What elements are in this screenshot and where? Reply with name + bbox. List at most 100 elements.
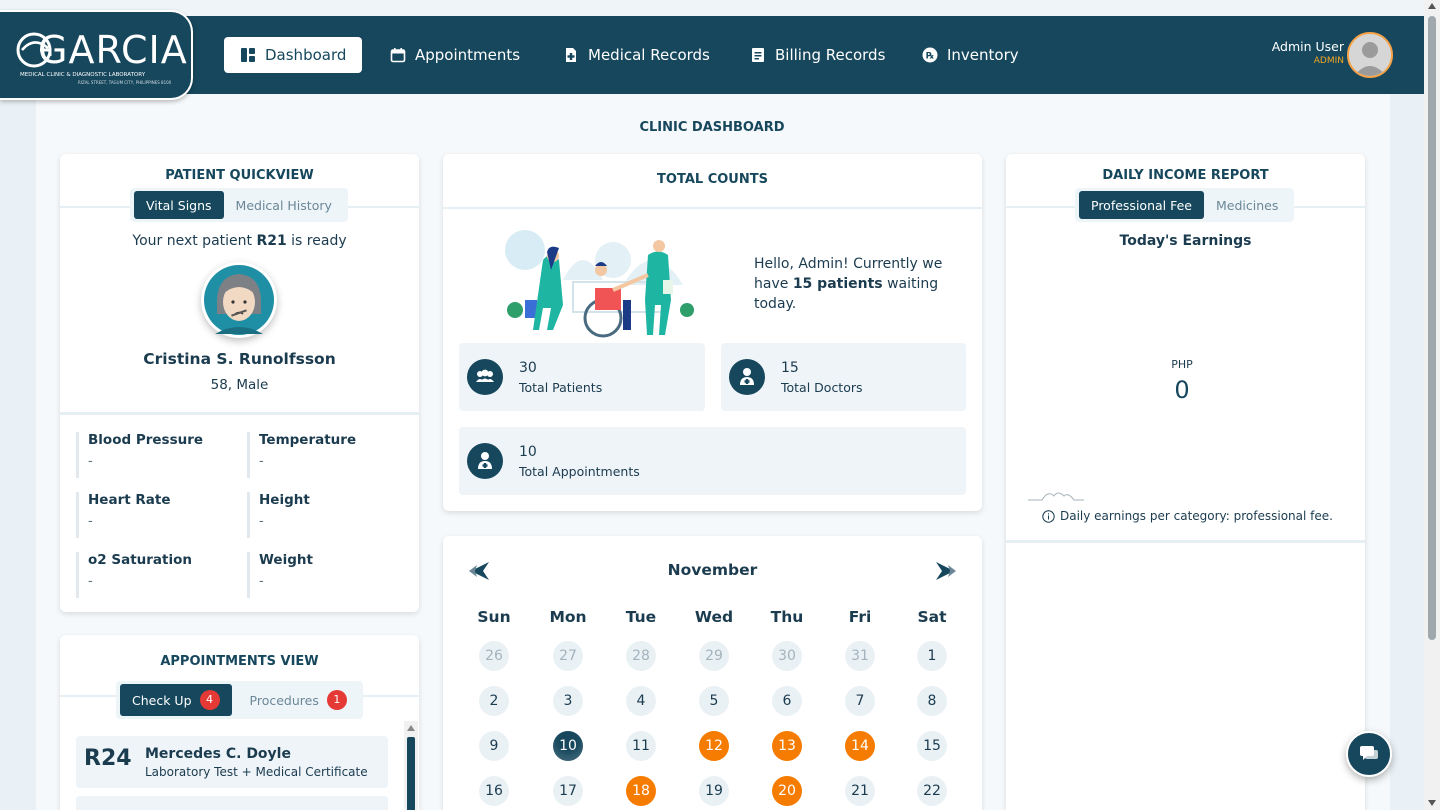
calendar-day[interactable]: 30 — [772, 641, 802, 671]
vital-value: - — [88, 514, 93, 529]
nav-appointments[interactable]: Appointments — [390, 37, 520, 73]
calendar-day[interactable]: 28 — [626, 641, 656, 671]
scroll-up-icon[interactable] — [1428, 3, 1436, 9]
calendar-day[interactable]: 9 — [479, 731, 509, 761]
page-scrollbar[interactable] — [1424, 0, 1440, 810]
calendar-day[interactable]: 31 — [845, 641, 875, 671]
appointment-patient-name: Mercedes C. Doyle — [145, 746, 291, 762]
calendar-day[interactable]: 22 — [917, 776, 947, 806]
calendar-day[interactable]: 15 — [917, 731, 947, 761]
user-name[interactable]: Admin User — [1272, 39, 1344, 54]
billing-icon — [750, 47, 766, 63]
vital-value: - — [259, 454, 264, 469]
weekday-header: Thu — [770, 608, 804, 626]
calendar-day[interactable]: 11 — [626, 731, 656, 761]
tab-check-up[interactable]: Check Up 4 — [120, 684, 232, 716]
appointment-tabs: Check Up 4 Procedures 1 — [116, 681, 363, 719]
procedures-count-badge: 1 — [326, 690, 347, 710]
weekday-header: Mon — [549, 608, 587, 626]
income-tabs: Professional Fee Medicines — [1075, 188, 1295, 222]
tab-procedures[interactable]: Procedures 1 — [232, 684, 359, 716]
earnings-currency: PHP — [1171, 358, 1193, 371]
calendar-day[interactable]: 29 — [699, 641, 729, 671]
brand-logo[interactable]: GARCIA MEDICAL CLINIC & DIAGNOSTIC LABOR… — [0, 10, 193, 100]
calendar-day[interactable]: 8 — [917, 686, 947, 716]
calendar-month: November — [667, 561, 758, 579]
stat-value: 30 — [519, 360, 537, 376]
weekday-header: Tue — [625, 608, 657, 626]
calendar-day[interactable]: 6 — [772, 686, 802, 716]
appointments-view-card: APPOINTMENTS VIEW Check Up 4 Procedures … — [60, 635, 419, 810]
appointment-list-item[interactable] — [76, 796, 388, 810]
calendar-day[interactable]: 12 — [699, 731, 729, 761]
calendar-day[interactable]: 18 — [626, 776, 656, 806]
patients-group-icon — [467, 359, 503, 395]
calendar-day[interactable]: 20 — [772, 776, 802, 806]
nav-medical-records-label: Medical Records — [588, 46, 710, 64]
scroll-up-icon[interactable] — [407, 725, 415, 731]
earnings-note-text: Daily earnings per category: professiona… — [1060, 509, 1333, 523]
nav-dashboard-label: Dashboard — [265, 46, 347, 64]
stat-total-appointments: 10 Total Appointments — [459, 427, 966, 495]
appointment-list-item[interactable]: R24 Mercedes C. Doyle Laboratory Test + … — [76, 736, 388, 788]
vital-value: - — [259, 514, 264, 529]
user-avatar[interactable] — [1347, 32, 1393, 78]
sparkline-icon — [1028, 492, 1084, 501]
prescription-icon: ℞ — [922, 47, 938, 63]
calendar-day[interactable]: 14 — [845, 731, 875, 761]
nav-billing-records[interactable]: Billing Records — [750, 37, 885, 73]
nav-billing-records-label: Billing Records — [775, 46, 886, 64]
calendar-day[interactable]: 3 — [553, 686, 583, 716]
vital-label: Temperature — [259, 432, 357, 448]
chat-button[interactable] — [1346, 731, 1392, 777]
appointment-list-scrollbar[interactable] — [404, 721, 418, 810]
calendar-day[interactable]: 13 — [772, 731, 802, 761]
tab-medicines[interactable]: Medicines — [1204, 191, 1290, 219]
calendar-day[interactable]: 17 — [553, 776, 583, 806]
calendar-day[interactable]: 16 — [479, 776, 509, 806]
vital-value: - — [259, 574, 264, 589]
nav-appointments-label: Appointments — [415, 46, 521, 64]
daily-income-title: DAILY INCOME REPORT — [1102, 168, 1269, 183]
vital-label: Weight — [259, 552, 313, 568]
brand-subtitle: MEDICAL CLINIC & DIAGNOSTIC LABORATORY — [20, 72, 146, 78]
calendar-day[interactable]: 10 — [553, 731, 583, 761]
vital-heart-rate: Heart Rate - — [76, 492, 226, 538]
patient-info: 58, Male — [210, 377, 269, 393]
dashboard-icon — [240, 47, 256, 63]
vital-label: Height — [259, 492, 310, 508]
calendar-day[interactable]: 27 — [553, 641, 583, 671]
stat-label: Total Patients — [519, 380, 603, 395]
stat-value: 15 — [781, 360, 799, 376]
calendar-day[interactable]: 21 — [845, 776, 875, 806]
tab-professional-fee[interactable]: Professional Fee — [1079, 191, 1204, 219]
next-patient-prefix: Your next patient — [132, 233, 257, 249]
scroll-down-icon[interactable] — [1428, 800, 1436, 806]
nav-medical-records[interactable]: Medical Records — [563, 37, 710, 73]
nav-dashboard[interactable]: Dashboard — [224, 37, 363, 73]
calendar-day[interactable]: 4 — [626, 686, 656, 716]
vital-weight: Weight - — [247, 552, 397, 598]
calendar-day[interactable]: 7 — [845, 686, 875, 716]
nav-inventory[interactable]: ℞ Inventory — [922, 37, 1019, 73]
calendar-day[interactable]: 2 — [479, 686, 509, 716]
vital-height: Height - — [247, 492, 397, 538]
page-title: CLINIC DASHBOARD — [639, 120, 785, 135]
earnings-amount: 0 — [1174, 376, 1190, 404]
weekday-header: Sat — [917, 608, 947, 626]
calendar-day[interactable]: 26 — [479, 641, 509, 671]
next-month-icon[interactable] — [934, 562, 956, 580]
calendar-day[interactable]: 1 — [917, 641, 947, 671]
user-role: ADMIN — [1313, 56, 1344, 66]
calendar-day[interactable]: 5 — [699, 686, 729, 716]
calendar-day[interactable]: 19 — [699, 776, 729, 806]
card-divider — [443, 207, 982, 209]
tab-medical-history[interactable]: Medical History — [224, 191, 344, 219]
scroll-thumb[interactable] — [1428, 16, 1436, 640]
patient-name: Cristina S. Runolfsson — [143, 350, 336, 368]
scroll-thumb[interactable] — [407, 737, 415, 810]
quickview-tabs: Vital Signs Medical History — [130, 188, 348, 222]
tab-vital-signs[interactable]: Vital Signs — [134, 191, 224, 219]
greeting-patient-count: 15 patients — [792, 276, 883, 292]
vital-blood-pressure: Blood Pressure - — [76, 432, 226, 478]
